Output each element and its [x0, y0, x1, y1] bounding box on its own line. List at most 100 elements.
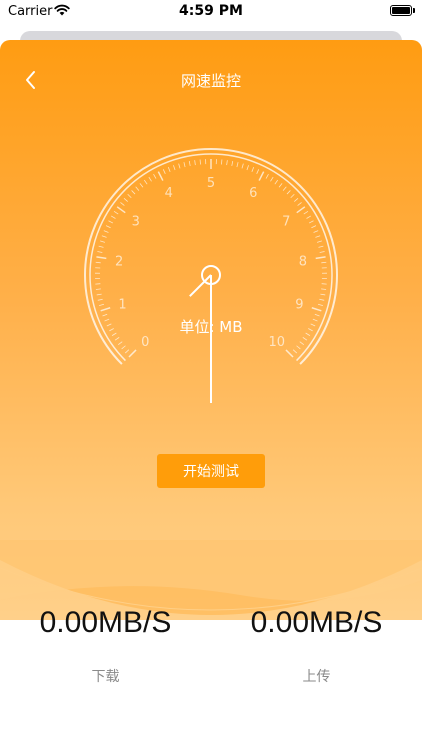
- gauge-minor-tick: [97, 298, 103, 301]
- gauge-major-tick: [285, 349, 294, 358]
- gauge-minor-tick: [296, 345, 301, 350]
- gauge-minor-tick: [315, 235, 321, 238]
- gauge-minor-tick: [265, 174, 269, 179]
- gauge-major-tick: [296, 206, 306, 214]
- gauge-scale-label: 1: [118, 298, 126, 313]
- gauge-major-tick: [100, 307, 111, 312]
- gauge-minor-tick: [148, 176, 152, 182]
- gauge-minor-tick: [114, 337, 120, 341]
- gauge-major-tick: [96, 256, 107, 260]
- gauge-needle-head: [189, 274, 212, 297]
- gauge-scale-label: 8: [299, 254, 307, 269]
- gauge-minor-tick: [231, 160, 234, 167]
- gauge-major-tick: [128, 349, 137, 358]
- gauge-major-tick: [116, 206, 126, 214]
- gauge-minor-tick: [110, 215, 116, 219]
- gauge-minor-tick: [321, 288, 327, 290]
- gauge-minor-tick: [318, 245, 324, 248]
- gauge-minor-tick: [95, 288, 101, 290]
- gauge-minor-tick: [135, 186, 140, 191]
- gauge-minor-tick: [194, 160, 196, 166]
- speed-monitor-card: 网速监控 0 1 2 3 4 5 6 7 8 9 10 单位: MB 开始测试 0.00MB/S 0…: [0, 40, 422, 750]
- battery-icon: [390, 5, 415, 16]
- gauge-minor-tick: [98, 245, 104, 248]
- gauge-minor-tick: [188, 160, 191, 167]
- gauge-minor-tick: [139, 183, 144, 188]
- gauge-minor-tick: [117, 341, 123, 345]
- gauge-minor-tick: [226, 160, 228, 166]
- gauge-minor-tick: [306, 215, 312, 219]
- gauge-minor-tick: [100, 240, 106, 243]
- gauge-minor-tick: [99, 303, 105, 306]
- gauge-scale-label: 7: [282, 214, 290, 229]
- gauge-minor-tick: [143, 179, 148, 185]
- gauge-minor-tick: [319, 251, 325, 253]
- gauge-minor-tick: [124, 349, 130, 354]
- gauge-major-tick: [311, 307, 322, 312]
- gauge-minor-tick: [286, 190, 291, 195]
- gauge-minor-tick: [321, 261, 327, 264]
- gauge-scale-label: 4: [165, 186, 173, 201]
- gauge-minor-tick: [178, 163, 181, 169]
- page-title: 网速监控: [180, 72, 241, 90]
- gauge-minor-tick: [274, 179, 279, 185]
- gauge-minor-tick: [105, 225, 111, 229]
- gauge-minor-tick: [297, 202, 302, 206]
- gauge-minor-tick: [183, 162, 186, 168]
- gauge-minor-tick: [121, 345, 126, 350]
- gauge-minor-tick: [290, 193, 295, 199]
- gauge-major-tick: [258, 171, 265, 181]
- gauge-scale-label: 5: [207, 176, 215, 191]
- gauge-minor-tick: [120, 202, 125, 206]
- status-bar: Carrier 4:59 PM: [0, 0, 422, 24]
- gauge-major-tick: [157, 171, 164, 181]
- gauge-minor-tick: [97, 251, 103, 253]
- gauge-minor-tick: [299, 341, 305, 345]
- gauge-minor-tick: [123, 197, 129, 202]
- gauge-minor-tick: [246, 165, 249, 171]
- gauge-major-tick: [315, 256, 326, 260]
- gauge-minor-tick: [103, 230, 109, 233]
- gauge-minor-tick: [320, 293, 326, 296]
- gauge-minor-tick: [319, 298, 325, 301]
- gauge-scale-label: 0: [141, 335, 149, 350]
- gauge-minor-tick: [278, 183, 283, 188]
- gauge-minor-tick: [292, 349, 298, 354]
- gauge-minor-tick: [303, 210, 309, 215]
- gauge-minor-tick: [241, 163, 244, 169]
- upload-speed-value: 0.00MB/S: [250, 606, 383, 639]
- gauge-minor-tick: [256, 169, 260, 174]
- gauge-minor-tick: [311, 225, 317, 229]
- gauge-minor-tick: [308, 220, 314, 224]
- download-speed-value: 0.00MB/S: [39, 606, 172, 639]
- unit-label: 单位: MB: [179, 318, 243, 336]
- gauge-minor-tick: [127, 193, 132, 199]
- download-label: 下载: [91, 669, 120, 685]
- gauge-scale-label: 6: [249, 186, 257, 201]
- wave-decoration: [0, 540, 422, 615]
- start-test-button[interactable]: 开始测试: [157, 454, 265, 488]
- gauge-minor-tick: [167, 166, 171, 172]
- upload-label: 上传: [302, 669, 331, 685]
- speed-gauge: 0 1 2 3 4 5 6 7 8 9 10: [84, 148, 338, 403]
- gauge-minor-tick: [282, 186, 287, 191]
- gauge-scale-label: 2: [115, 254, 123, 269]
- gauge-minor-tick: [108, 220, 114, 224]
- status-time: 4:59 PM: [179, 3, 243, 19]
- gauge-minor-tick: [173, 165, 176, 171]
- gauge-scale-label: 9: [295, 298, 303, 313]
- gauge-scale-label: 3: [132, 214, 140, 229]
- gauge-minor-tick: [113, 210, 119, 215]
- gauge-minor-tick: [96, 293, 102, 296]
- gauge-minor-tick: [316, 240, 322, 243]
- gauge-minor-tick: [236, 162, 239, 168]
- gauge-minor-tick: [251, 166, 255, 172]
- gauge-minor-tick: [95, 261, 101, 264]
- gauge-minor-tick: [162, 169, 166, 174]
- gauge-minor-tick: [313, 230, 319, 233]
- gauge-minor-tick: [302, 337, 308, 341]
- gauge-minor-tick: [131, 190, 136, 195]
- gauge-minor-tick: [270, 176, 274, 182]
- gauge-minor-tick: [101, 235, 107, 238]
- gauge-scale-label: 10: [268, 335, 285, 350]
